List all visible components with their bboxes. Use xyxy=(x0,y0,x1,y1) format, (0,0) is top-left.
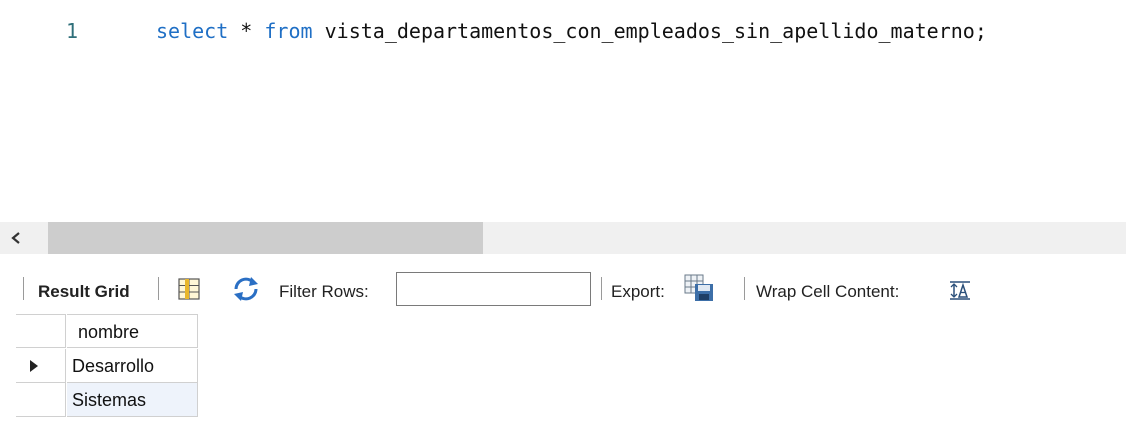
filter-rows-input[interactable] xyxy=(396,272,591,306)
horizontal-scrollbar[interactable] xyxy=(0,222,1126,254)
result-toolbar: Result Grid Filter Rows: Export: Wrap Ce… xyxy=(0,266,1126,310)
result-grid-tab[interactable]: Result Grid xyxy=(38,282,130,302)
refresh-icon[interactable] xyxy=(231,276,261,302)
table-row[interactable]: Desarrollo xyxy=(16,349,198,383)
toolbar-separator xyxy=(23,277,24,300)
scroll-left-button[interactable] xyxy=(0,222,32,254)
line-number: 1 xyxy=(66,19,79,43)
toolbar-separator xyxy=(158,277,159,300)
export-icon[interactable] xyxy=(683,273,715,303)
row-selector[interactable] xyxy=(16,349,66,383)
header-corner xyxy=(16,314,66,348)
wrap-text-icon[interactable] xyxy=(948,280,972,300)
keyword-from: from xyxy=(264,19,313,43)
scrollbar-thumb[interactable] xyxy=(48,222,483,254)
keyword-select: select xyxy=(156,19,229,43)
current-row-arrow-icon xyxy=(30,360,38,372)
form-editor-icon[interactable] xyxy=(176,277,202,301)
filter-rows-label: Filter Rows: xyxy=(279,282,369,301)
sql-editor[interactable]: 1 select * from vista_departamentos_con_… xyxy=(0,0,1126,222)
table-row[interactable]: Sistemas xyxy=(16,383,198,417)
cell-nombre[interactable]: Desarrollo xyxy=(67,349,198,383)
column-header-nombre[interactable]: nombre xyxy=(67,314,198,348)
select-star: * xyxy=(240,19,253,43)
wrap-cell-content-label: Wrap Cell Content: xyxy=(756,282,900,301)
export-label: Export: xyxy=(611,282,665,301)
toolbar-separator xyxy=(744,277,745,300)
grid-header-row: nombre xyxy=(16,314,198,348)
toolbar-separator xyxy=(601,277,602,300)
row-selector[interactable] xyxy=(16,383,66,417)
chevron-left-icon xyxy=(11,232,20,244)
sql-query-line[interactable]: select * from vista_departamentos_con_em… xyxy=(156,17,987,45)
view-name: vista_departamentos_con_empleados_sin_ap… xyxy=(324,19,987,43)
cell-nombre[interactable]: Sistemas xyxy=(67,383,198,417)
